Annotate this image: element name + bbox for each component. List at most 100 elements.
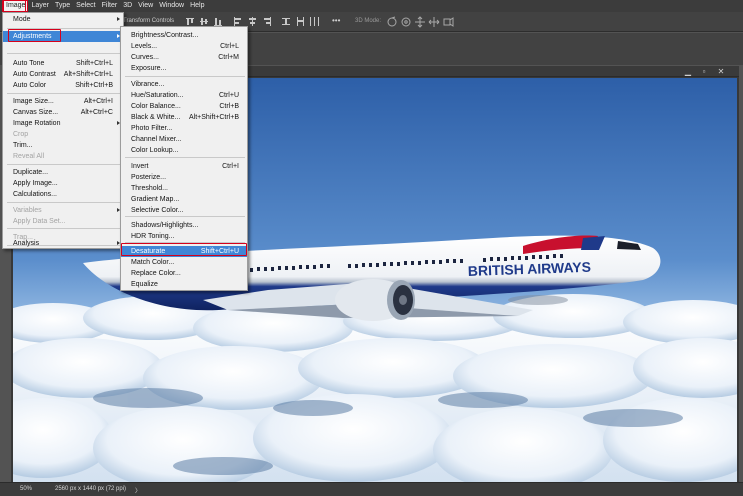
3d-pan-icon — [415, 16, 425, 28]
zoom-level[interactable]: 50% — [20, 486, 32, 492]
menu-item-shortcut: Alt+Shift+Ctrl+B — [189, 114, 239, 121]
menu-item-label: Channel Mixer... — [131, 136, 182, 143]
3d-rotate-icon — [387, 16, 397, 27]
adjustments-item-hdr-toning[interactable]: HDR Toning... — [121, 231, 247, 242]
adjustments-item-levels[interactable]: Levels... Ctrl+L — [121, 41, 247, 52]
3d-tools — [387, 16, 454, 28]
distribute-left-icon — [297, 17, 304, 26]
menu-select[interactable]: Select — [73, 0, 98, 12]
menu-item-shortcut: Ctrl+U — [218, 92, 239, 99]
adjustments-item-hue-saturation[interactable]: Hue/Saturation... Ctrl+U — [121, 90, 247, 101]
image-menu-item-variables[interactable]: Variables — [3, 205, 123, 216]
adjustments-item-brightness-contrast[interactable]: Brightness/Contrast... — [121, 30, 247, 41]
adjustments-item-posterize[interactable]: Posterize... — [121, 172, 247, 183]
menu-item-shortcut: Alt+Ctrl+C — [80, 109, 113, 116]
menu-item-label: Analysis — [13, 240, 40, 247]
menu-item-label: Color Balance... — [131, 103, 181, 110]
image-menu-item-auto-color[interactable]: Auto Color Shift+Ctrl+B — [3, 80, 123, 91]
adjustments-item-invert[interactable]: Invert Ctrl+I — [121, 161, 247, 172]
adjustments-item-equalize[interactable]: Equalize — [121, 279, 247, 290]
close-icon[interactable]: ✕ — [716, 67, 726, 76]
menu-item-label: Photo Filter... — [131, 125, 173, 132]
image-menu-item-canvas-size[interactable]: Canvas Size... Alt+Ctrl+C — [3, 107, 123, 118]
status-arrow-icon[interactable]: 〉 — [135, 486, 141, 495]
minimize-icon[interactable]: ▁ — [683, 67, 693, 76]
menu-item-label: Calculations... — [13, 191, 57, 198]
menu-layer[interactable]: Layer — [28, 0, 52, 12]
adjustments-item-exposure[interactable]: Exposure... — [121, 63, 247, 74]
menu-3d[interactable]: 3D — [120, 0, 135, 12]
image-menu-item-crop[interactable]: Crop — [3, 129, 123, 140]
adjustments-item-photo-filter[interactable]: Photo Filter... — [121, 123, 247, 134]
maximize-icon[interactable]: ▫ — [699, 67, 709, 76]
transform-controls-label[interactable]: Transform Controls — [123, 18, 174, 24]
adjustments-item-color-balance[interactable]: Color Balance... Ctrl+B — [121, 101, 247, 112]
image-menu-item-mode[interactable]: Mode — [3, 14, 123, 25]
menu-item-label: Color Lookup... — [131, 147, 179, 154]
adjustments-item-match-color[interactable]: Match Color... — [121, 257, 247, 268]
menu-type[interactable]: Type — [52, 0, 73, 12]
adjustments-item-selective-color[interactable]: Selective Color... — [121, 205, 247, 216]
adjustments-item-curves[interactable]: Curves... Ctrl+M — [121, 52, 247, 63]
menu-item-label: Auto Contrast — [13, 71, 56, 78]
menu-item-label: Trim... — [13, 142, 33, 149]
align-hcenter-icon — [249, 17, 256, 26]
more-options-icon[interactable]: ••• — [332, 16, 340, 25]
image-menu-item-reveal-all[interactable]: Reveal All — [3, 151, 123, 162]
3d-mode-label: 3D Mode: — [355, 18, 382, 24]
menu-item-shortcut: Alt+Ctrl+I — [83, 98, 113, 105]
3d-slide-icon — [428, 17, 440, 27]
image-menu-item-calculations[interactable]: Calculations... — [3, 189, 123, 200]
image-menu-item-apply-image[interactable]: Apply Image... — [3, 178, 123, 189]
adjustments-item-desaturate[interactable]: Desaturate Shift+Ctrl+U — [121, 246, 247, 257]
menu-item-label: Brightness/Contrast... — [131, 32, 199, 39]
adjustments-item-replace-color[interactable]: Replace Color... — [121, 268, 247, 279]
menu-item-label: Apply Image... — [13, 180, 58, 187]
menu-help[interactable]: Help — [187, 0, 207, 12]
menu-item-label: Posterize... — [131, 174, 167, 181]
menu-item-label: Match Color... — [131, 259, 175, 266]
menu-item-label: Equalize — [131, 281, 158, 288]
menu-item-shortcut: Ctrl+L — [220, 43, 239, 50]
adjustments-item-channel-mixer[interactable]: Channel Mixer... — [121, 134, 247, 145]
menu-item-shortcut: Ctrl+B — [219, 103, 239, 110]
menu-image[interactable]: Image — [3, 0, 29, 12]
image-menu-item-image-rotation[interactable]: Image Rotation — [3, 118, 123, 129]
menu-separator — [7, 202, 121, 203]
image-menu-item-adjustments[interactable]: Adjustments — [3, 31, 123, 42]
menu-item-label: Vibrance... — [131, 81, 165, 88]
photoshop-window: Image Layer Type Select Filter 3D View W… — [0, 0, 743, 496]
image-menu-item-analysis[interactable]: Analysis — [3, 238, 123, 249]
image-menu: Mode Adjustments Auto Tone Shift+Ctrl+L Auto… — [2, 12, 124, 249]
menu-item-shortcut: Alt+Shift+Ctrl+L — [63, 71, 113, 78]
image-menu-item-auto-contrast[interactable]: Auto Contrast Alt+Shift+Ctrl+L — [3, 69, 123, 80]
menu-view[interactable]: View — [135, 0, 156, 12]
adjustments-item-color-lookup[interactable]: Color Lookup... — [121, 145, 247, 156]
adjustments-item-black-white[interactable]: Black & White... Alt+Shift+Ctrl+B — [121, 112, 247, 123]
menu-window[interactable]: Window — [156, 0, 187, 12]
menu-item-label: Duplicate... — [13, 169, 49, 176]
status-bar: 50% 2560 px x 1440 px (72 ppi) 〉 — [0, 482, 743, 496]
engine — [335, 279, 415, 321]
menu-separator — [7, 28, 121, 29]
image-menu-item-duplicate[interactable]: Duplicate... — [3, 167, 123, 178]
menu-item-label: Hue/Saturation... — [131, 92, 184, 99]
menu-item-shortcut: Ctrl+I — [222, 163, 239, 170]
menu-filter[interactable]: Filter — [99, 0, 121, 12]
image-menu-item-image-size[interactable]: Image Size... Alt+Ctrl+I — [3, 96, 123, 107]
image-menu-item-auto-tone[interactable]: Auto Tone Shift+Ctrl+L — [3, 58, 123, 69]
adjustments-item-shadows-highlights[interactable]: Shadows/Highlights... — [121, 220, 247, 231]
adjustments-item-threshold[interactable]: Threshold... — [121, 183, 247, 194]
menu-item-label: Apply Data Set... — [13, 218, 66, 225]
distribute-right-icon — [310, 17, 319, 26]
3d-scale-icon — [443, 17, 454, 27]
image-menu-item-apply-data-set[interactable]: Apply Data Set... — [3, 216, 123, 227]
image-menu-item-trim[interactable]: Trim... — [3, 140, 123, 151]
menu-item-label: Exposure... — [131, 65, 167, 72]
menu-item-label: HDR Toning... — [131, 233, 175, 240]
menu-item-label: Desaturate — [131, 248, 166, 255]
menu-item-label: Levels... — [131, 43, 158, 50]
adjustments-item-gradient-map[interactable]: Gradient Map... — [121, 194, 247, 205]
adjustments-item-vibrance[interactable]: Vibrance... — [121, 79, 247, 90]
menu-item-label: Adjustments — [13, 33, 52, 40]
